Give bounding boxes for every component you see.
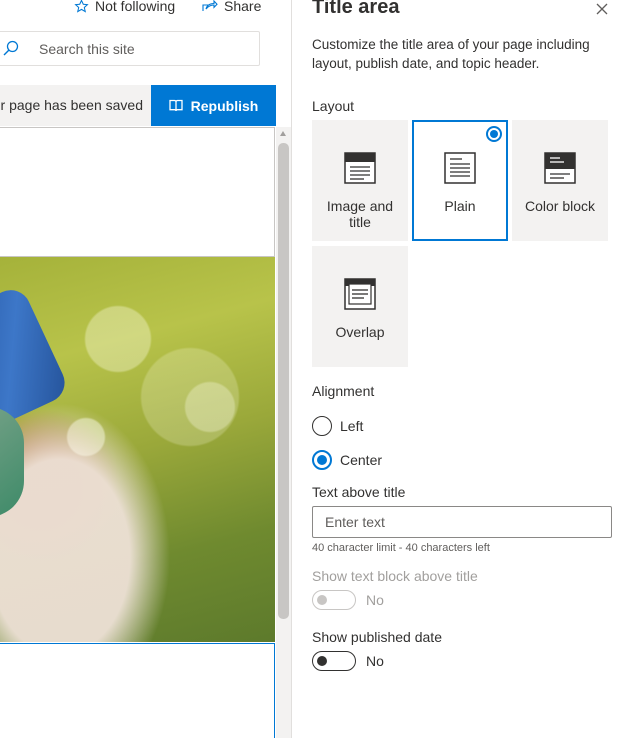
content-section[interactable] [0, 643, 275, 738]
show-published-date-toggle[interactable] [312, 651, 356, 671]
book-icon [169, 99, 183, 112]
character-limit-hint: 40 character limit - 40 characters left [312, 542, 490, 554]
layout-option-color-block[interactable]: Color block [512, 120, 608, 241]
plain-layout-icon [444, 152, 476, 184]
layout-option-label: Overlap [335, 324, 385, 340]
share-button[interactable]: Share [202, 0, 261, 14]
hero-image-subject [0, 283, 72, 431]
republish-label: Republish [190, 97, 259, 114]
save-status-text: ur page has been saved [0, 97, 143, 113]
layout-option-overlap[interactable]: Overlap [312, 246, 408, 367]
overlap-layout-icon [344, 278, 376, 310]
command-bar: Not following Share [0, 0, 291, 20]
text-above-title-input[interactable] [312, 506, 612, 538]
title-area-panel: Title area Customize the title area of y… [291, 0, 632, 738]
toggle-knob [317, 656, 327, 666]
alignment-label: Alignment [312, 383, 375, 399]
follow-label: Not following [95, 0, 176, 14]
show-text-block-toggle-row: No [312, 590, 384, 610]
search-icon [3, 40, 19, 56]
save-status-bar: ur page has been saved Republish [0, 85, 276, 126]
close-icon[interactable] [595, 2, 609, 16]
layout-option-image-and-title[interactable]: Image and title [312, 120, 408, 241]
color-block-layout-icon [544, 152, 576, 184]
hero-image-detail [0, 407, 24, 517]
radio-left[interactable] [312, 416, 332, 436]
toggle-state-label: No [366, 592, 384, 608]
share-label: Share [224, 0, 262, 14]
alignment-option-label: Left [340, 418, 364, 434]
text-above-title-label: Text above title [312, 484, 406, 500]
layout-option-label: Image and title [326, 198, 394, 230]
show-text-block-toggle[interactable] [312, 590, 356, 610]
alignment-left-option[interactable]: Left [312, 416, 363, 436]
alignment-center-option[interactable]: Center [312, 450, 382, 470]
star-icon [74, 0, 89, 13]
show-published-date-label: Show published date [312, 629, 442, 645]
layout-option-plain[interactable]: Plain [412, 120, 508, 241]
site-search-box[interactable]: Search this site [0, 31, 260, 66]
show-text-block-label: Show text block above title [312, 568, 478, 584]
panel-description: Customize the title area of your page in… [312, 37, 590, 71]
layout-option-label: Color block [524, 198, 596, 214]
selected-check-icon [486, 126, 502, 142]
share-icon [202, 0, 218, 11]
layout-label: Layout [312, 98, 355, 114]
page-canvas-area: Not following Share Search this site ur … [0, 0, 291, 738]
show-published-date-toggle-row: No [312, 651, 384, 671]
title-region[interactable] [0, 127, 275, 257]
search-placeholder: Search this site [39, 41, 135, 57]
scroll-up-arrow-icon[interactable] [280, 131, 286, 136]
hero-image[interactable] [0, 257, 275, 642]
layout-option-label: Plain [444, 198, 476, 214]
alignment-option-label: Center [340, 452, 383, 468]
follow-button[interactable]: Not following [74, 0, 175, 14]
toggle-knob [317, 595, 327, 605]
scrollbar-thumb[interactable] [278, 143, 289, 619]
page-scrollbar[interactable] [276, 127, 291, 738]
image-and-title-layout-icon [344, 152, 376, 184]
panel-title: Title area [312, 0, 400, 18]
republish-button[interactable]: Republish [151, 85, 276, 126]
radio-center[interactable] [312, 450, 332, 470]
toggle-state-label: No [366, 653, 384, 669]
